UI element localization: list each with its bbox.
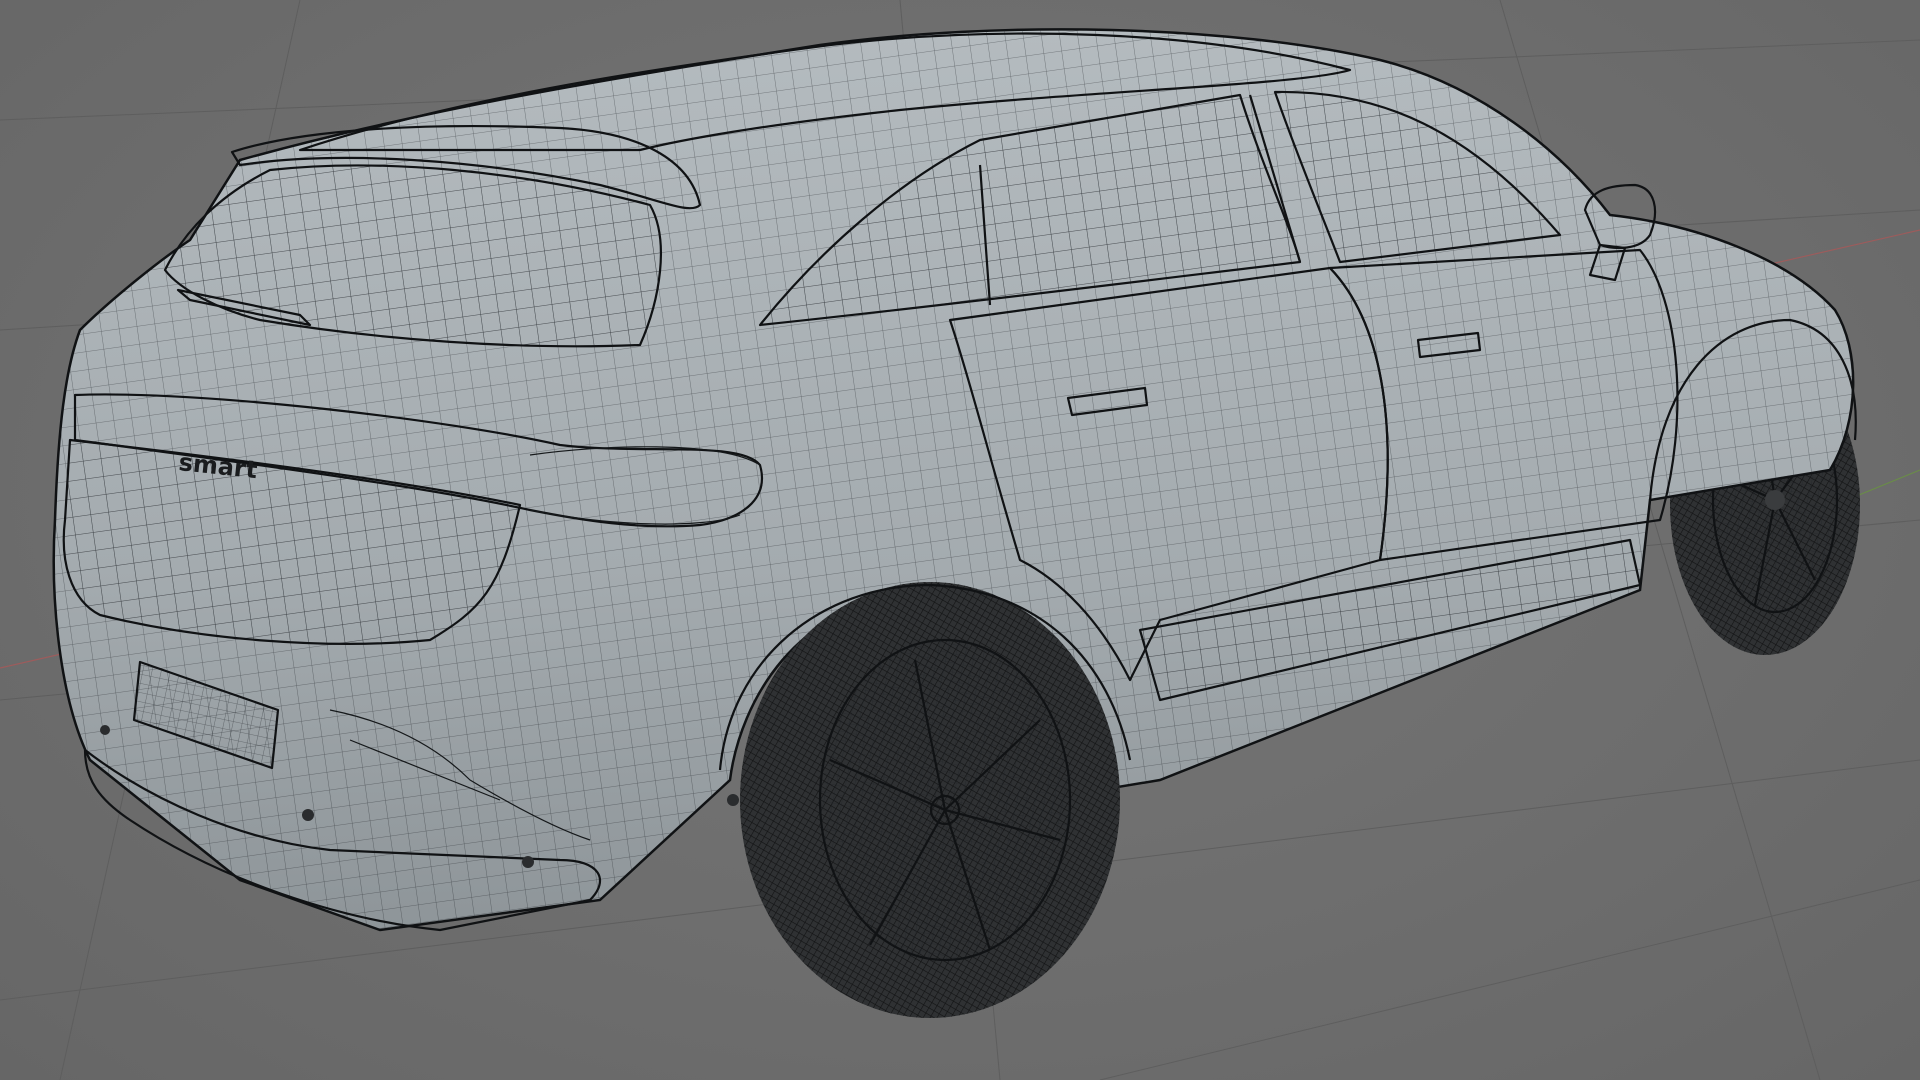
parking-sensor — [727, 794, 739, 806]
parking-sensor — [522, 856, 534, 868]
viewport-scene[interactable]: smart — [0, 0, 1920, 1080]
rear-wheel[interactable] — [740, 582, 1120, 1018]
parking-sensor — [302, 809, 314, 821]
3d-viewport[interactable]: smart — [0, 0, 1920, 1080]
car-model[interactable]: smart — [52, 28, 1860, 1018]
parking-sensor — [100, 725, 110, 735]
